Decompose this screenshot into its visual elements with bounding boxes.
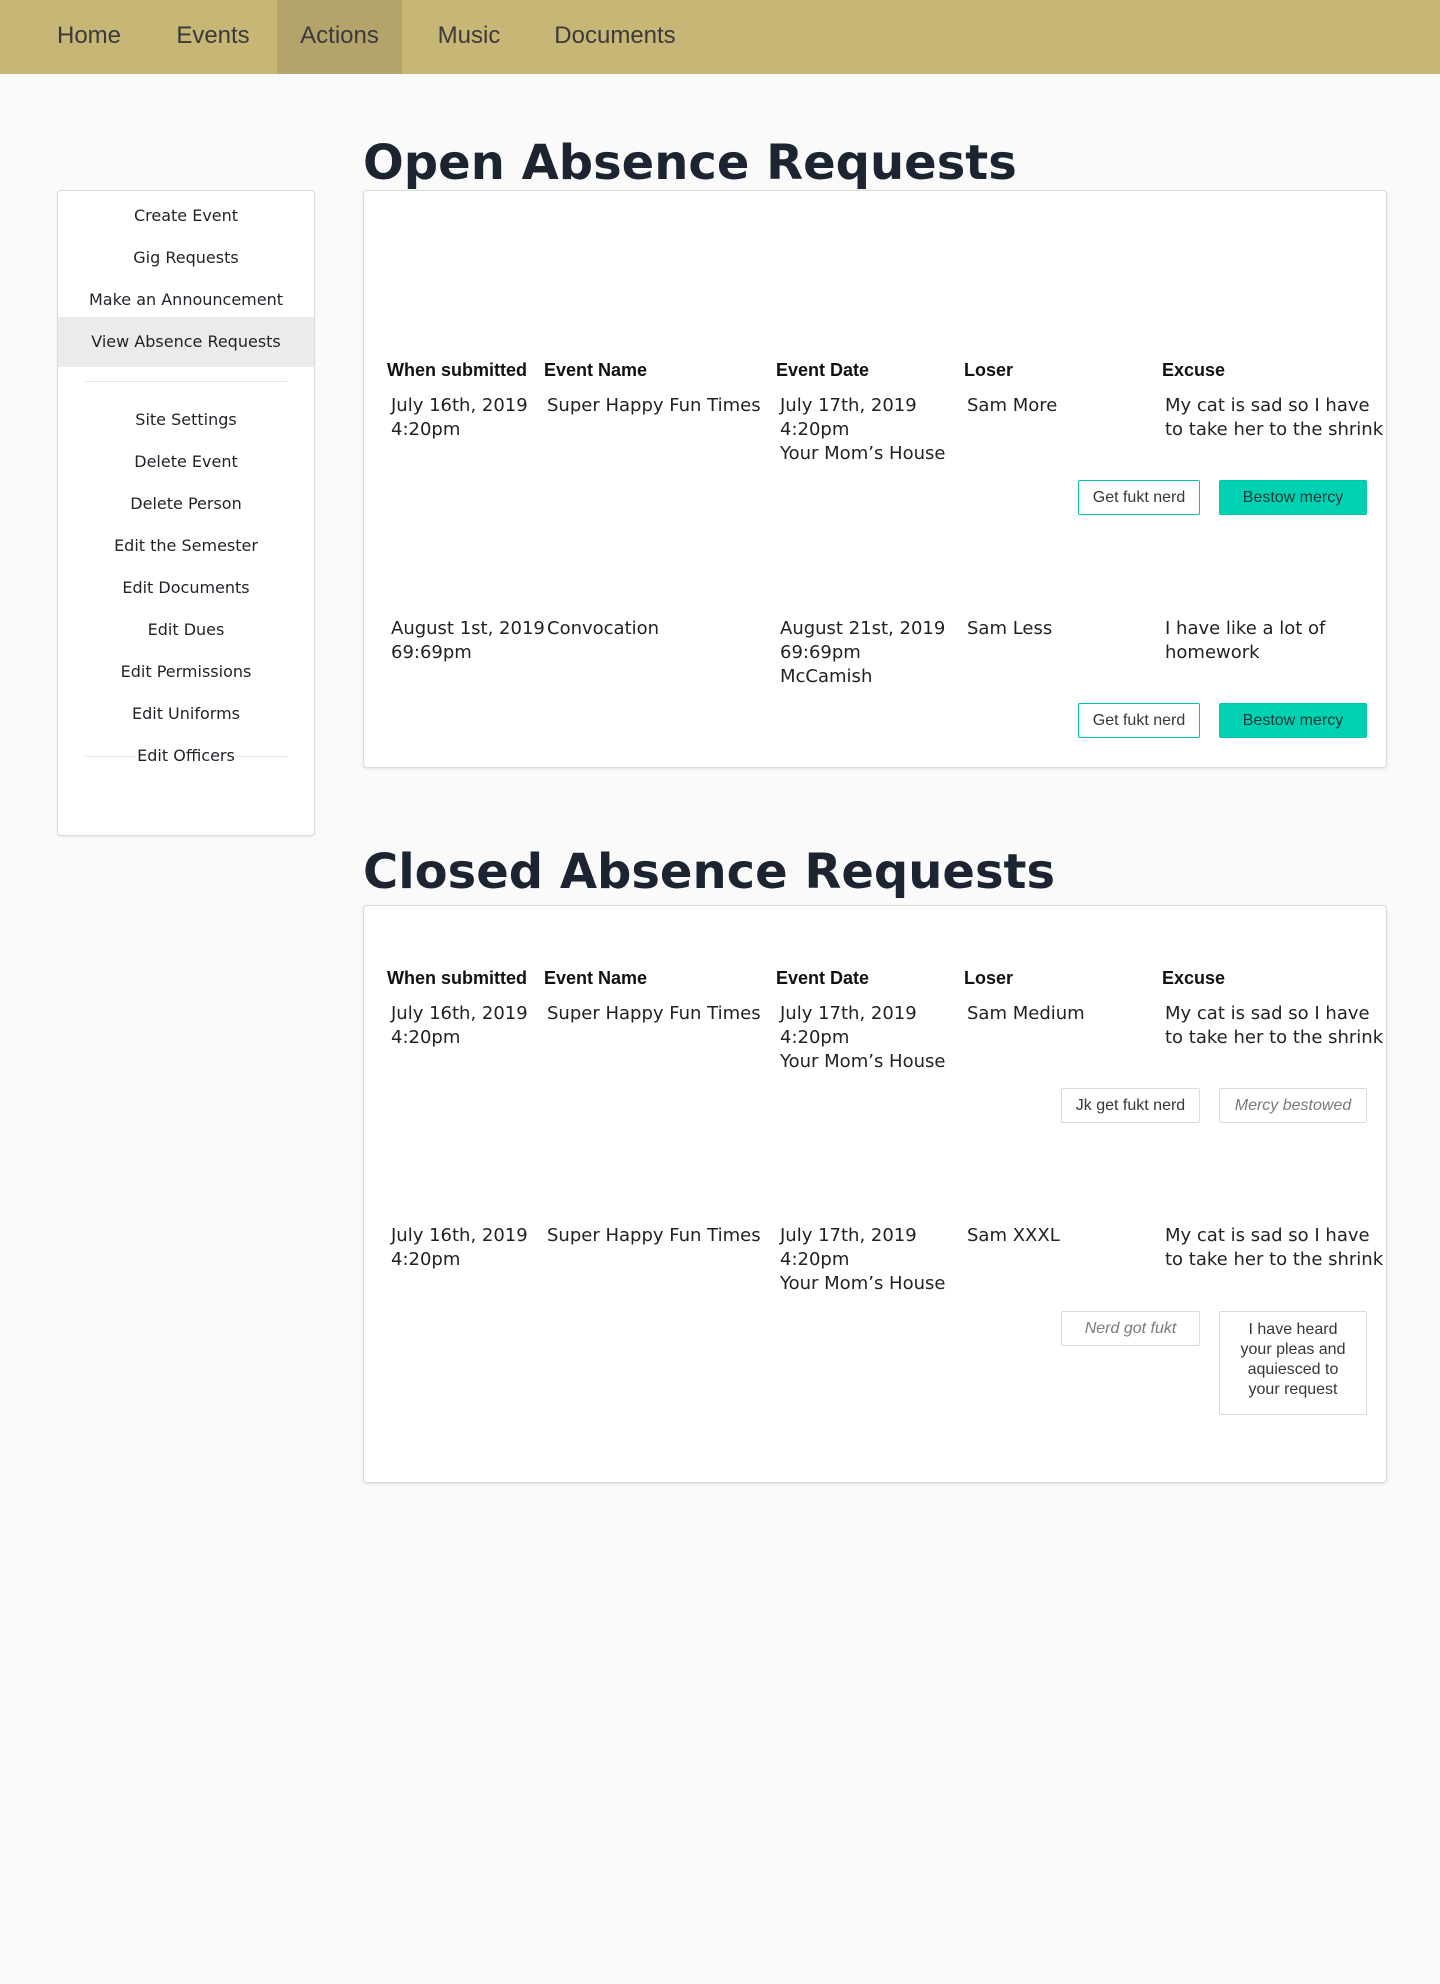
excuse-line: to take her to the shrink — [1165, 419, 1384, 440]
closed-requests-title: Closed Absence Requests — [363, 844, 1056, 900]
event-time: 69:69pm — [780, 642, 861, 663]
excuse-cell: My cat is sad so I have to take her to t… — [1165, 1224, 1383, 1272]
event-date-cell: August 21st, 2019 69:69pm McCamish — [780, 617, 945, 689]
sidebar-divider — [85, 381, 287, 382]
column-header-excuse: Excuse — [1162, 360, 1226, 380]
submitted-date: July 16th, 2019 — [391, 1225, 528, 1246]
button-line: aquiesced to — [1247, 1361, 1339, 1378]
event-date-cell: July 17th, 2019 4:20pm Your Mom’s House — [780, 1224, 945, 1296]
event-date: July 17th, 2019 — [780, 395, 917, 416]
event-location: Your Mom’s House — [780, 443, 946, 464]
column-header-submitted: When submitted — [387, 968, 527, 988]
event-location: Your Mom’s House — [780, 1273, 946, 1294]
nav-home[interactable]: Home — [36, 0, 142, 74]
event-time: 4:20pm — [780, 1027, 850, 1048]
closed-requests-card: When submitted Event Name Event Date Los… — [363, 905, 1387, 1483]
submitted-time: 4:20pm — [391, 1027, 461, 1048]
column-header-excuse: Excuse — [1162, 968, 1226, 988]
event-name-cell: Super Happy Fun Times — [547, 1225, 761, 1246]
event-date-cell: July 17th, 2019 4:20pm Your Mom’s House — [780, 1002, 945, 1074]
sidebar-item-edit-officers[interactable]: Edit Officers — [58, 731, 314, 781]
event-date: July 17th, 2019 — [780, 1003, 917, 1024]
excuse-cell: I have like a lot of homework — [1165, 617, 1325, 665]
event-location: Your Mom’s House — [780, 1051, 946, 1072]
loser-cell: Sam XXXL — [967, 1225, 1060, 1246]
open-requests-title: Open Absence Requests — [363, 135, 1017, 191]
sidebar-item-view-absence-requests[interactable]: View Absence Requests — [58, 317, 314, 367]
excuse-line: My cat is sad so I have — [1165, 1225, 1370, 1246]
submitted-time: 4:20pm — [391, 419, 461, 440]
loser-cell: Sam More — [967, 395, 1058, 416]
column-header-event-name: Event Name — [544, 968, 648, 988]
sidebar-item-label: Edit Officers — [135, 746, 237, 765]
deny-button[interactable]: Get fukt nerd — [1078, 480, 1200, 515]
deny-button[interactable]: Get fukt nerd — [1078, 703, 1200, 738]
excuse-line: homework — [1165, 642, 1260, 663]
column-header-loser: Loser — [964, 360, 1014, 380]
top-navbar: Home Events Actions Music Documents — [0, 0, 1440, 74]
column-header-event-date: Event Date — [776, 968, 870, 988]
nav-events[interactable]: Events — [150, 0, 276, 74]
event-location: McCamish — [780, 666, 873, 687]
reverse-deny-button[interactable]: Jk get fukt nerd — [1061, 1088, 1200, 1123]
nav-music[interactable]: Music — [412, 0, 526, 74]
column-header-event-name: Event Name — [544, 360, 648, 380]
submitted-cell: July 16th, 2019 4:20pm — [391, 394, 528, 442]
excuse-cell: My cat is sad so I have to take her to t… — [1165, 394, 1383, 442]
mercy-bestowed-button: Mercy bestowed — [1219, 1088, 1367, 1123]
button-line: your request — [1248, 1381, 1338, 1398]
approve-button[interactable]: Bestow mercy — [1219, 480, 1367, 515]
loser-cell: Sam Medium — [967, 1003, 1085, 1024]
column-header-loser: Loser — [964, 968, 1014, 988]
event-time: 4:20pm — [780, 419, 850, 440]
actions-sidebar: Create Event Gig Requests Make an Announ… — [57, 190, 315, 836]
event-date: July 17th, 2019 — [780, 1225, 917, 1246]
excuse-line: I have like a lot of — [1165, 618, 1326, 639]
excuse-line: to take her to the shrink — [1165, 1027, 1384, 1048]
nav-documents[interactable]: Documents — [536, 0, 694, 74]
loser-cell: Sam Less — [967, 618, 1053, 639]
submitted-time: 4:20pm — [391, 1249, 461, 1270]
excuse-line: My cat is sad so I have — [1165, 395, 1370, 416]
event-name-cell: Convocation — [547, 618, 660, 639]
column-header-event-date: Event Date — [776, 360, 870, 380]
approve-button[interactable]: Bestow mercy — [1219, 703, 1367, 738]
nav-actions[interactable]: Actions — [277, 0, 402, 74]
column-header-submitted: When submitted — [387, 360, 527, 380]
event-time: 4:20pm — [780, 1249, 850, 1270]
event-name-cell: Super Happy Fun Times — [547, 1003, 761, 1024]
submitted-cell: August 1st, 2019 69:69pm — [391, 617, 545, 665]
open-requests-card: When submitted Event Name Event Date Los… — [363, 190, 1387, 768]
event-date: August 21st, 2019 — [780, 618, 946, 639]
submitted-cell: July 16th, 2019 4:20pm — [391, 1002, 528, 1050]
submitted-date: July 16th, 2019 — [391, 1003, 528, 1024]
submitted-date: August 1st, 2019 — [391, 618, 545, 639]
excuse-cell: My cat is sad so I have to take her to t… — [1165, 1002, 1383, 1050]
event-name-cell: Super Happy Fun Times — [547, 395, 761, 416]
excuse-line: to take her to the shrink — [1165, 1249, 1384, 1270]
submitted-date: July 16th, 2019 — [391, 395, 528, 416]
button-line: I have heard — [1248, 1321, 1338, 1338]
button-line: your pleas and — [1240, 1341, 1346, 1358]
nerd-got-fukt-button: Nerd got fukt — [1061, 1311, 1200, 1346]
event-date-cell: July 17th, 2019 4:20pm Your Mom’s House — [780, 394, 945, 466]
excuse-line: My cat is sad so I have — [1165, 1003, 1370, 1024]
submitted-cell: July 16th, 2019 4:20pm — [391, 1224, 528, 1272]
submitted-time: 69:69pm — [391, 642, 472, 663]
reverse-approve-button[interactable]: I have heard your pleas and aquiesced to… — [1219, 1311, 1367, 1415]
